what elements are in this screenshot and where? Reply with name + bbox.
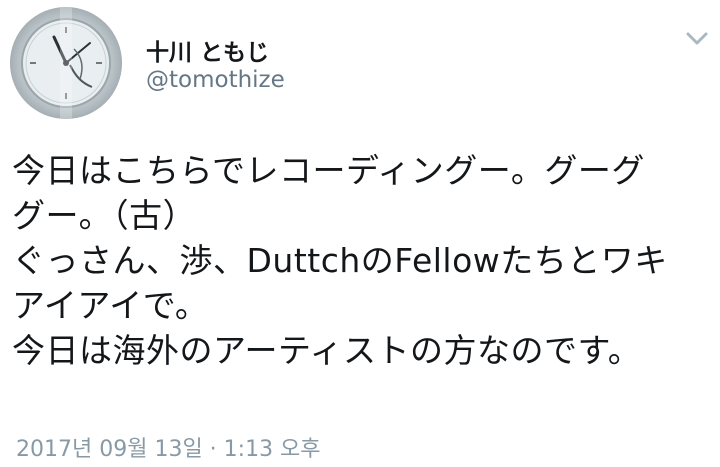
tweet-text-line: アイアイで。: [12, 286, 209, 325]
tweet-card: 十川 ともじ @tomothize 今日はこちらでレコーディングー。グーグ グー…: [0, 0, 720, 467]
tweet-text-line: 今日は海外のアーティストの方なのです。: [12, 331, 642, 370]
tweet-timestamp[interactable]: 2017년 09월 13일 · 1:13 오후: [16, 431, 321, 463]
user-handle[interactable]: @tomothize: [146, 67, 285, 93]
display-name[interactable]: 十川 ともじ: [146, 33, 269, 67]
clock-avatar-image: [10, 7, 122, 119]
tweet-text-line: 今日はこちらでレコーディングー。グーグ: [12, 151, 645, 190]
tweet-text-line: ぐっさん、渉、DuttchのFellowたちとワキ: [12, 241, 668, 280]
avatar[interactable]: [10, 7, 122, 119]
tweet-text: 今日はこちらでレコーディングー。グーグ グー。（古） ぐっさん、渉、Duttch…: [12, 148, 712, 373]
chevron-down-icon[interactable]: [682, 26, 712, 50]
tweet-text-line: グー。（古）: [12, 196, 197, 235]
